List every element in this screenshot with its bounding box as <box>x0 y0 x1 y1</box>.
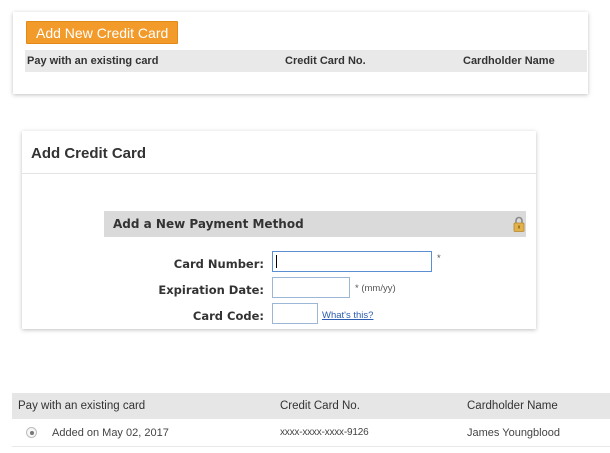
add-new-credit-card-button[interactable]: Add New Credit Card <box>26 21 179 44</box>
column-header-pay-with-existing: Pay with an existing card <box>27 55 159 67</box>
title-divider <box>22 173 536 174</box>
card-number-input[interactable] <box>272 251 432 272</box>
existing-cards-table: Pay with an existing card Credit Card No… <box>12 393 610 453</box>
column-header-cardholder: Cardholder Name <box>463 55 555 67</box>
add-credit-card-panel: Add Credit Card Add a New Payment Method… <box>22 131 536 329</box>
table-header: Pay with an existing card Credit Card No… <box>12 393 610 419</box>
card-code-input[interactable] <box>272 303 318 324</box>
column-header-card-number: Credit Card No. <box>280 400 360 412</box>
whats-this-link[interactable]: What's this? <box>322 310 373 321</box>
column-header-card-number: Credit Card No. <box>285 55 366 67</box>
card-number-label: Card Number: <box>173 257 264 271</box>
masked-card-number: xxxx-xxxx-xxxx-9126 <box>280 427 369 438</box>
existing-cards-panel-top: Add New Credit Card Pay with an existing… <box>13 12 588 94</box>
cardholder-name: James Youngblood <box>467 427 560 439</box>
text-cursor <box>276 255 277 268</box>
added-date: Added on May 02, 2017 <box>52 427 169 439</box>
padlock-icon <box>513 216 525 232</box>
expiration-date-label: Expiration Date: <box>158 283 264 297</box>
column-header-pay-with-existing: Pay with an existing card <box>18 400 146 412</box>
existing-cards-header: Pay with an existing card Credit Card No… <box>25 50 587 72</box>
section-title: Add a New Payment Method <box>113 217 304 231</box>
column-header-cardholder: Cardholder Name <box>467 400 558 412</box>
card-select-radio[interactable] <box>26 427 37 438</box>
table-row[interactable]: Added on May 02, 2017 xxxx-xxxx-xxxx-912… <box>12 420 610 447</box>
payment-method-section-header: Add a New Payment Method <box>104 211 526 237</box>
required-marker: * <box>437 253 441 264</box>
card-code-label: Card Code: <box>192 309 264 323</box>
expiration-format-hint: * (mm/yy) <box>355 283 396 294</box>
panel-title: Add Credit Card <box>31 145 147 162</box>
expiration-date-input[interactable] <box>272 277 350 298</box>
